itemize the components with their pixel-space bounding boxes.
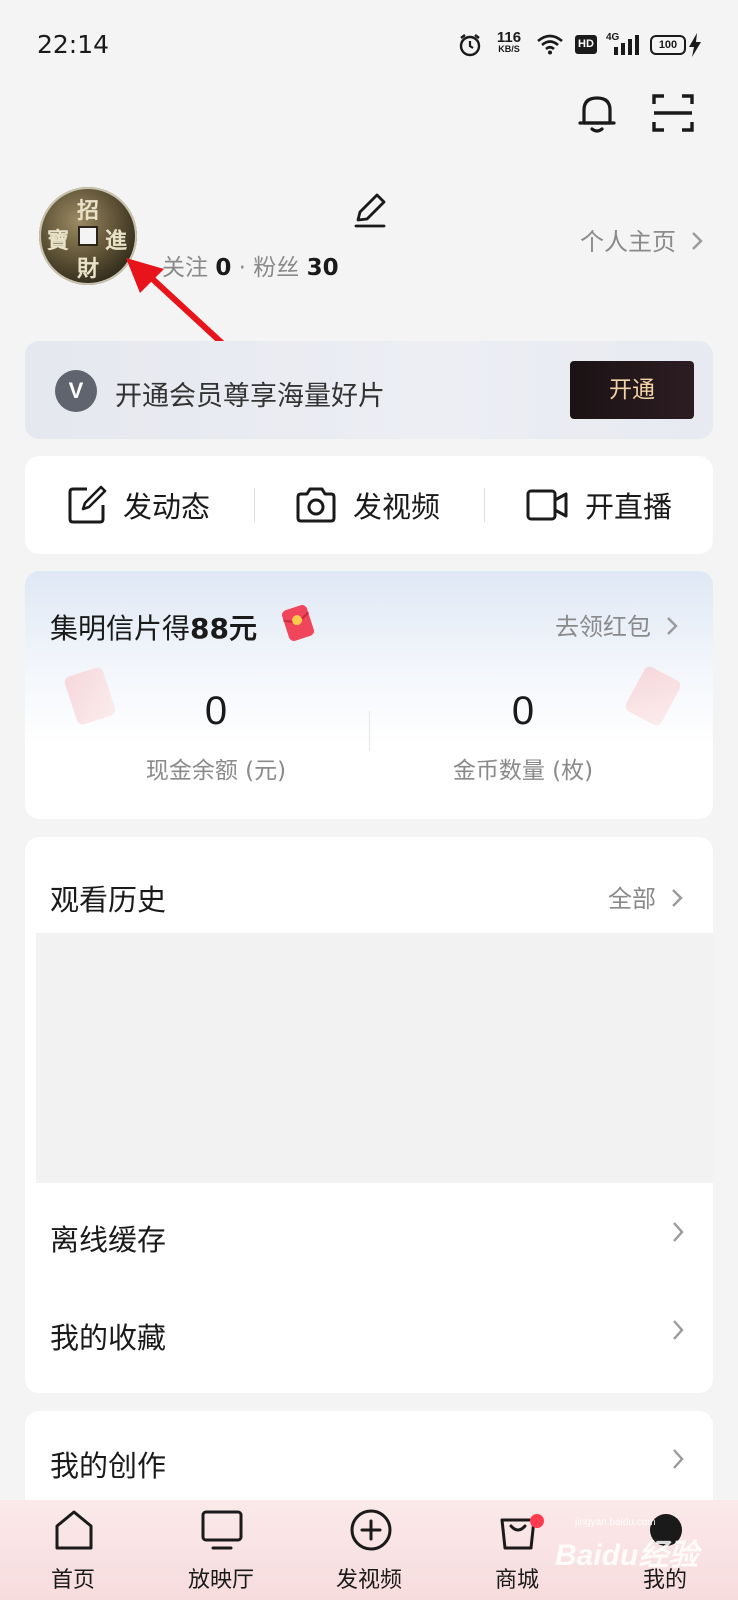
decor-envelope: [623, 664, 683, 728]
fans-label: 粉丝: [253, 255, 300, 281]
vip-logo-icon: V: [55, 370, 97, 412]
coin-hole: [78, 226, 98, 246]
scan-icon[interactable]: [648, 88, 698, 138]
wifi-icon: [537, 34, 563, 55]
vip-promo-text: 开通会员尊享海量好片: [115, 381, 385, 412]
offline-cache-label: 离线缓存: [50, 1223, 167, 1257]
my-creation-label: 我的创作: [50, 1449, 167, 1483]
nav-mall-label: 商城: [494, 1568, 539, 1593]
nav-theater[interactable]: 放映厅: [171, 1508, 271, 1600]
net-speed-value: 116: [496, 29, 522, 46]
watch-history-all-link[interactable]: 全部: [608, 879, 684, 914]
post-moment-button[interactable]: 发动态: [67, 482, 210, 528]
edit-profile-icon[interactable]: [350, 190, 390, 230]
nav-post-video[interactable]: 发视频: [319, 1508, 419, 1600]
divider: [369, 711, 370, 751]
nav-home[interactable]: 首页: [23, 1508, 123, 1600]
net-speed-unit: KB/S: [498, 44, 520, 54]
red-packet-title: 集明信片得88元: [50, 607, 257, 647]
offline-cache-row[interactable]: 离线缓存: [25, 1183, 713, 1281]
claim-red-packet-link[interactable]: 去领红包: [555, 607, 679, 642]
tv-icon: [201, 1510, 243, 1550]
camera-icon: [296, 487, 336, 523]
watch-history-card: 观看历史 全部 离线缓存 我的收藏: [25, 837, 713, 1393]
nav-mall[interactable]: 商城: [467, 1508, 567, 1600]
chevron-right-icon: [673, 1449, 684, 1469]
battery-icon: 100: [650, 35, 686, 55]
red-packet-card: 集明信片得88元 去领红包 0 现金余额 (元) 0 金币数量 (枚): [25, 571, 713, 819]
status-bar: 22:14 116 KB/S HD 4G 100: [0, 0, 738, 90]
chevron-right-icon: [691, 232, 703, 250]
watch-history-list[interactable]: [36, 933, 713, 1183]
nav-theater-label: 放映厅: [187, 1568, 254, 1593]
homepage-link-label: 个人主页: [580, 228, 676, 256]
divider: [254, 488, 255, 522]
coin-count-label: 金币数量 (枚): [452, 758, 594, 784]
my-creation-row[interactable]: 我的创作: [25, 1411, 713, 1509]
net-speed: 116 KB/S: [492, 30, 526, 54]
chevron-right-icon: [666, 617, 678, 635]
nav-home-label: 首页: [50, 1568, 95, 1593]
homepage-link[interactable]: 个人主页: [580, 222, 704, 257]
video-camera-icon: [526, 489, 568, 521]
avatar-char-left: 寶: [47, 228, 70, 254]
hd-badge: HD: [575, 35, 597, 54]
watermark: Baidu经验: [555, 1539, 699, 1572]
home-icon: [55, 1510, 93, 1550]
status-time: 22:14: [37, 30, 110, 59]
post-video-button[interactable]: 发视频: [295, 482, 440, 528]
cash-balance-label: 现金余额 (元): [145, 758, 287, 784]
signal-icon: [614, 35, 639, 55]
mall-notification-dot: [530, 1514, 544, 1528]
avatar-char-bottom: 財: [77, 256, 100, 282]
chevron-right-icon: [673, 1222, 684, 1242]
chevron-right-icon: [673, 1320, 684, 1340]
go-live-button[interactable]: 开直播: [525, 482, 672, 528]
vip-banner[interactable]: V 开通会员尊享海量好片 开通: [25, 341, 713, 439]
chevron-right-icon: [671, 889, 683, 907]
watch-history-title: 观看历史: [50, 883, 167, 917]
post-video-label: 发视频: [353, 490, 441, 524]
watermark-url: jingyan.baidu.com: [575, 1517, 656, 1528]
fans-count[interactable]: 30: [307, 255, 339, 281]
claim-red-packet-label: 去领红包: [555, 613, 651, 641]
favorites-label: 我的收藏: [50, 1321, 167, 1355]
red-packet-title-prefix: 集明信片得: [50, 612, 191, 645]
edit-square-icon: [68, 485, 107, 524]
divider: [484, 488, 485, 522]
charging-icon: [689, 33, 701, 57]
post-moment-label: 发动态: [123, 490, 211, 524]
post-actions-card: 发动态 发视频 开直播: [25, 456, 713, 554]
nav-post-video-label: 发视频: [335, 1568, 402, 1593]
red-envelope-icon: [281, 605, 315, 641]
cash-balance-value[interactable]: 0: [116, 689, 316, 734]
favorites-row[interactable]: 我的收藏: [25, 1281, 713, 1379]
plus-circle-icon: [350, 1509, 392, 1551]
decor-envelope: [63, 666, 117, 726]
coin-count-value[interactable]: 0: [423, 689, 623, 734]
alarm-icon: [459, 34, 481, 57]
watch-history-all-label: 全部: [608, 885, 656, 913]
avatar-char-right: 進: [105, 228, 128, 254]
go-live-label: 开直播: [585, 490, 673, 524]
vip-open-button[interactable]: 开通: [570, 361, 694, 419]
red-packet-title-amount: 88元: [190, 612, 257, 645]
bell-icon[interactable]: [572, 88, 622, 138]
avatar-char-top: 招: [77, 198, 100, 224]
